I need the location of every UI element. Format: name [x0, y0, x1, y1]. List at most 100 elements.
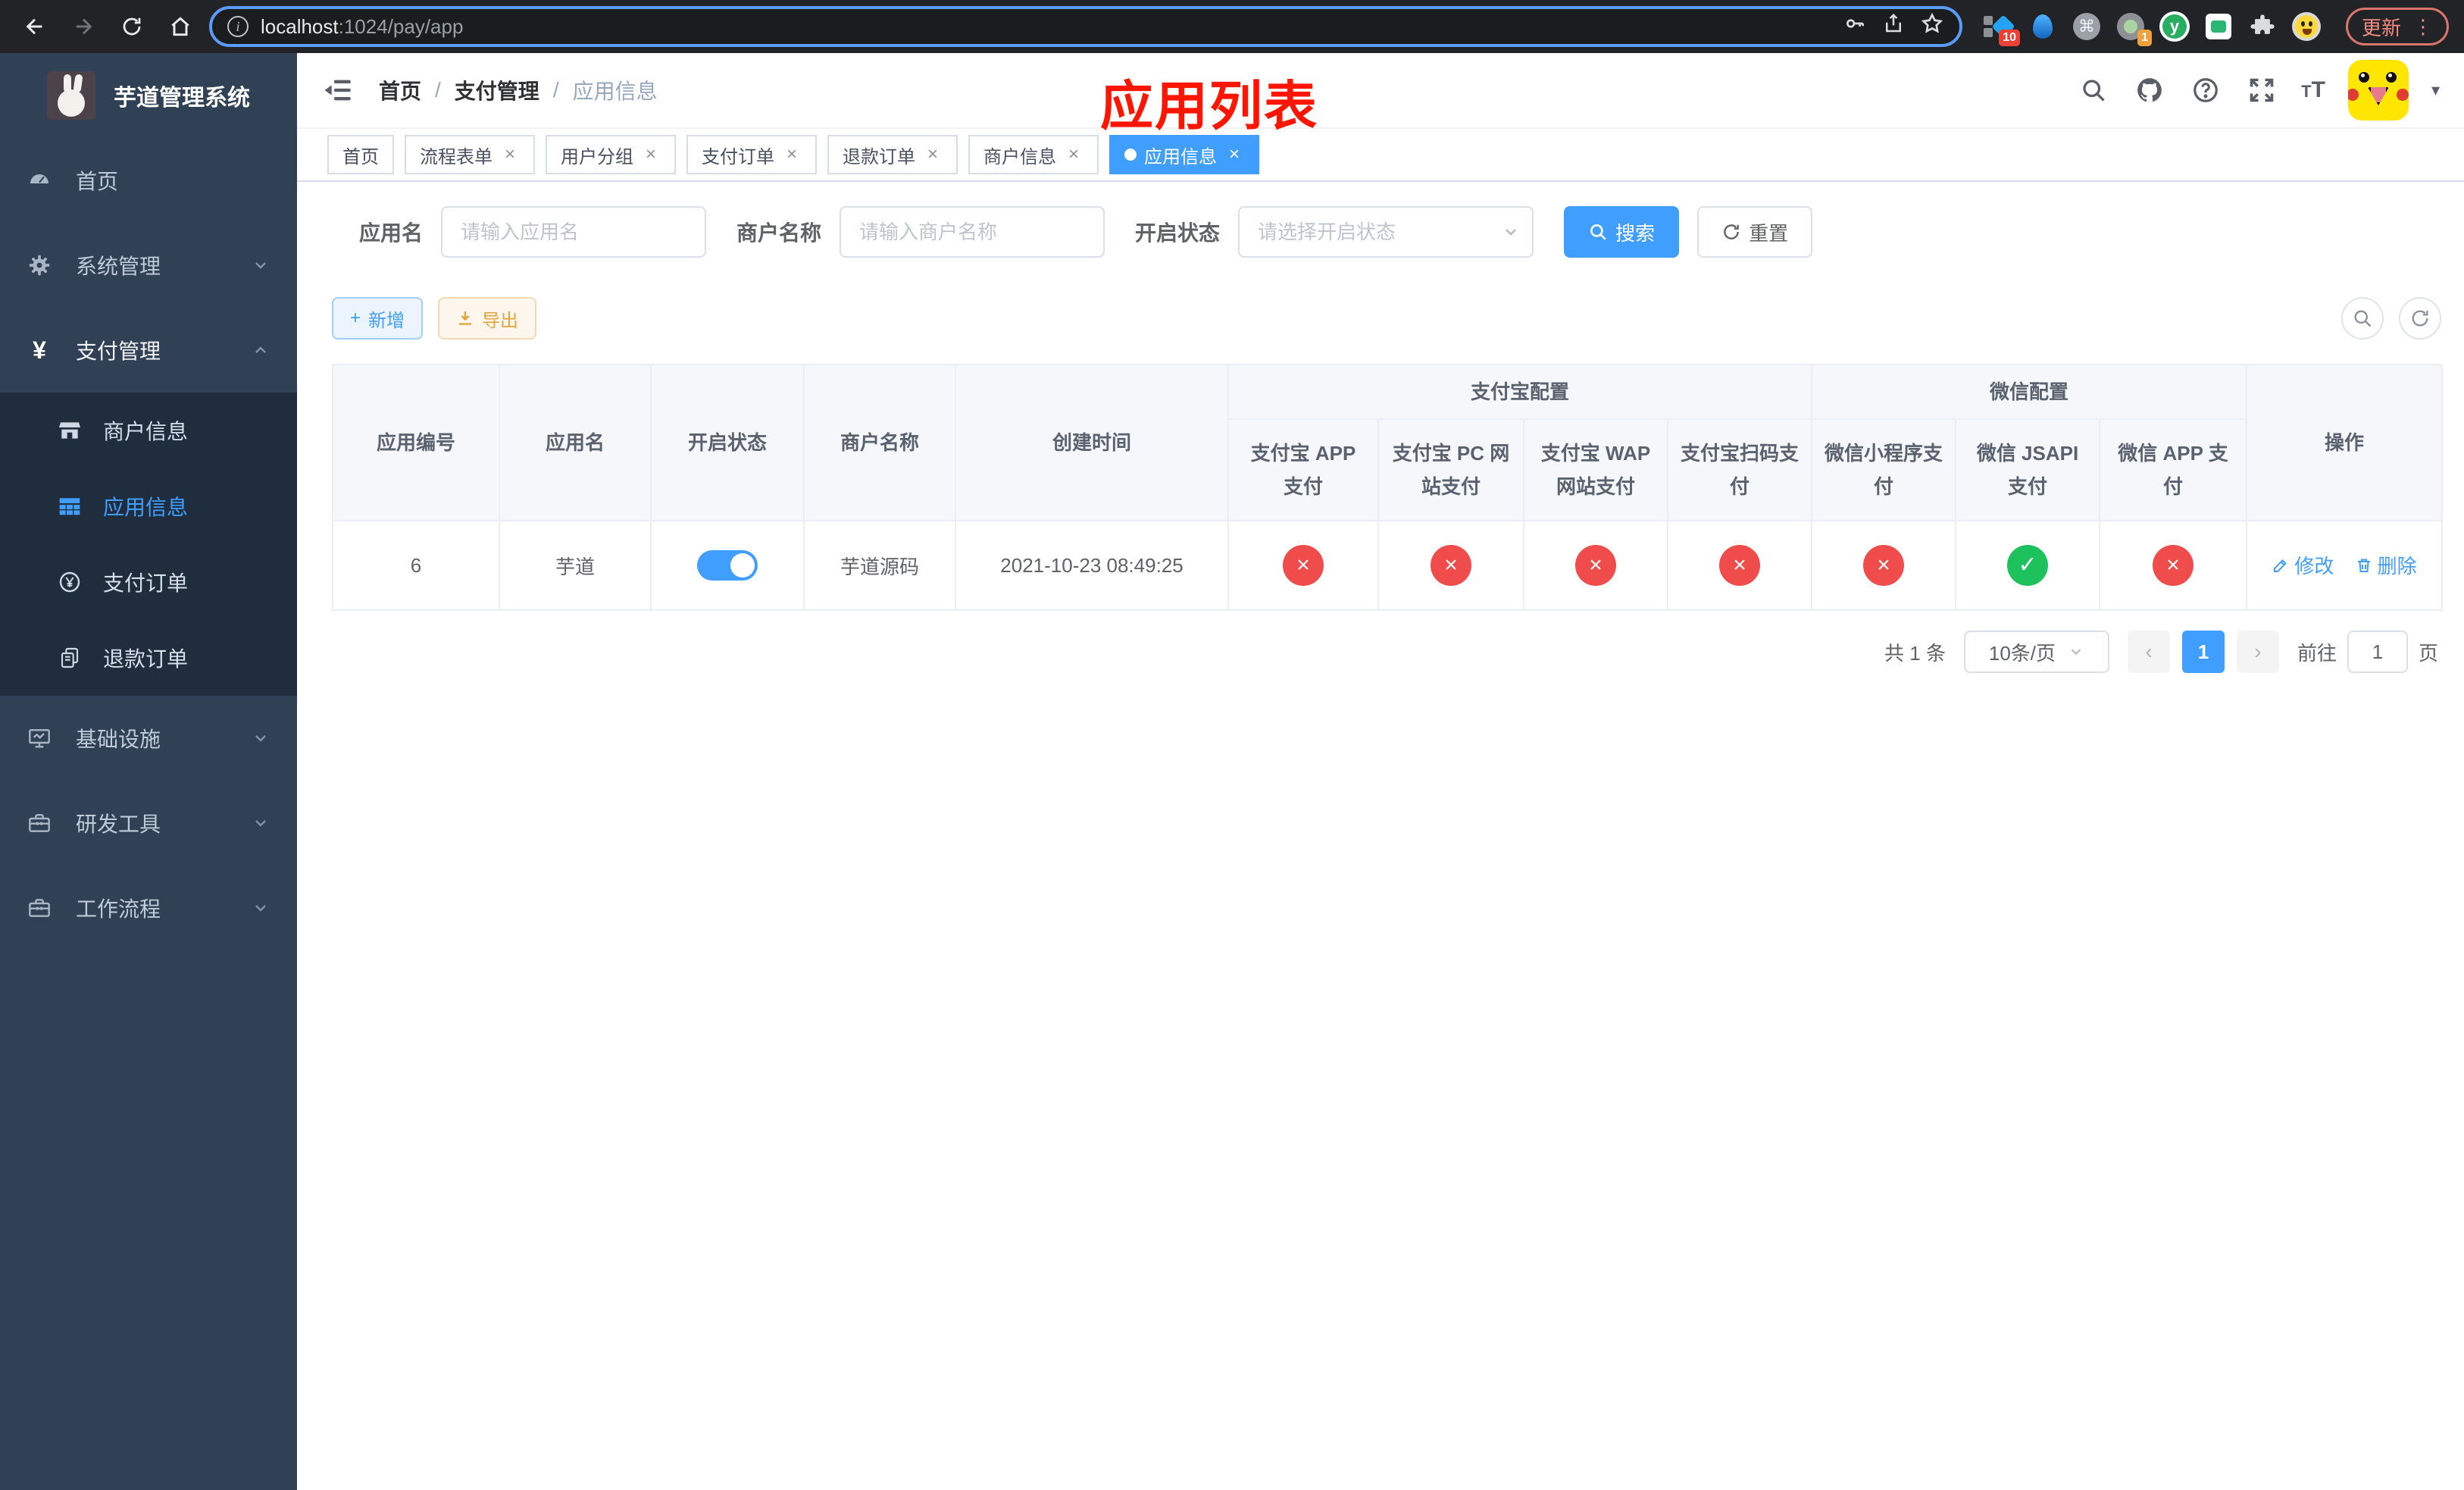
home-icon[interactable] [161, 7, 200, 46]
col-app-name: 应用名 [499, 364, 652, 521]
tab-user-group[interactable]: 用户分组 × [546, 135, 676, 174]
user-avatar[interactable] [2347, 60, 2409, 121]
status-toggle[interactable] [697, 550, 758, 581]
cell-wechat-jsapi-status: ✓ [1955, 520, 2101, 611]
forward-icon[interactable] [64, 7, 103, 46]
tab-process-form[interactable]: 流程表单 × [405, 135, 535, 174]
sidebar-item-app-info[interactable]: 应用信息 [0, 468, 297, 544]
tab-app-info[interactable]: 应用信息 × [1109, 135, 1259, 174]
share-icon[interactable] [1882, 11, 1905, 42]
sidebar-item-merchant-info[interactable]: 商户信息 [0, 393, 297, 468]
help-icon[interactable] [2189, 74, 2222, 107]
delete-button[interactable]: 删除 [2355, 551, 2417, 579]
monitor-icon [27, 726, 52, 750]
tab-home[interactable]: 首页 [327, 135, 394, 174]
reload-icon[interactable] [112, 7, 152, 46]
sidebar-item-pay-order[interactable]: 支付订单 [0, 544, 297, 620]
status-select[interactable] [1238, 206, 1534, 258]
pagination-total: 共 1 条 [1884, 641, 1946, 665]
app-title: 芋道管理系统 [114, 86, 250, 111]
toggle-search-button[interactable] [2341, 297, 2384, 340]
goto-page-input[interactable] [2347, 631, 2408, 673]
page-annotation-title: 应用列表 [1100, 77, 1318, 136]
browser-menu-icon[interactable]: ⋮ [2413, 15, 2433, 39]
sidebar-item-workflow[interactable]: 工作流程 [0, 866, 297, 950]
sidebar-item-dev-tools[interactable]: 研发工具 [0, 781, 297, 866]
sidebar-item-infrastructure[interactable]: 基础设施 [0, 696, 297, 781]
extension-record-icon[interactable]: 1 [2115, 11, 2152, 46]
profile-avatar-icon[interactable] [2291, 11, 2322, 42]
close-icon[interactable]: × [923, 144, 943, 164]
page-number-button[interactable]: 1 [2181, 631, 2225, 673]
sidebar-collapse-icon[interactable] [321, 74, 355, 107]
refresh-button[interactable] [2399, 297, 2441, 340]
table-row: 6 芋道 芋道源码 2021-10-23 08:49:25 × × × × × [332, 520, 2444, 611]
toolbox-icon [27, 811, 52, 835]
copy-documents-icon [58, 646, 82, 670]
breadcrumb-payment[interactable]: 支付管理 [455, 75, 539, 105]
reset-button[interactable]: 重置 [1697, 206, 1813, 258]
url-text[interactable]: localhost:1024/pay/app [261, 15, 1831, 39]
tab-refund-order[interactable]: 退款订单 × [827, 135, 958, 174]
info-icon[interactable]: i [227, 16, 249, 37]
sidebar-item-label: 退款订单 [103, 647, 189, 671]
page-content: 应用名 商户名称 开启状态 搜索 [297, 182, 2464, 1490]
cell-created: 2021-10-23 08:49:25 [955, 520, 1229, 611]
breadcrumb-home[interactable]: 首页 [379, 75, 421, 105]
col-group-wechat: 微信配置 [1811, 364, 2248, 420]
cross-circle-icon: × [1283, 545, 1324, 586]
next-page-button[interactable]: › [2236, 631, 2279, 673]
tab-pay-order[interactable]: 支付订单 × [686, 135, 817, 174]
cell-wechat-app-status: × [2099, 520, 2248, 611]
cross-circle-icon: × [1719, 545, 1760, 586]
extension-chat-icon[interactable] [2203, 11, 2234, 42]
prev-page-button[interactable]: ‹ [2127, 631, 2170, 673]
extension-command-icon[interactable]: ⌘ [2072, 11, 2102, 42]
shop-icon [58, 418, 82, 443]
cell-actions: 修改 删除 [2246, 520, 2444, 611]
close-icon[interactable]: × [1224, 144, 1244, 164]
url-bar[interactable]: i localhost:1024/pay/app [209, 6, 1962, 47]
extensions-puzzle-icon[interactable] [2247, 11, 2278, 42]
merchant-name-input[interactable] [840, 206, 1105, 258]
tab-merchant-info[interactable]: 商户信息 × [968, 135, 1099, 174]
close-icon[interactable]: × [500, 144, 520, 164]
export-button[interactable]: 导出 [438, 297, 537, 340]
cell-alipay-wap-status: × [1523, 520, 1668, 611]
font-size-icon[interactable]: TT [2301, 77, 2325, 103]
close-icon[interactable]: × [641, 144, 661, 164]
search-icon[interactable] [2077, 74, 2110, 107]
back-icon[interactable] [15, 7, 55, 46]
sidebar-item-refund-order[interactable]: 退款订单 [0, 620, 297, 696]
sidebar-item-label: 支付订单 [103, 571, 189, 595]
sidebar-item-label: 首页 [76, 170, 119, 193]
avatar-caret-icon[interactable]: ▾ [2431, 80, 2440, 100]
page-size-select[interactable]: 10条/页 [1963, 631, 2109, 673]
sidebar-item-system[interactable]: 系统管理 [0, 223, 297, 308]
key-icon[interactable] [1843, 11, 1867, 42]
app-logo[interactable]: 芋道管理系统 [0, 53, 297, 138]
logo-image [47, 71, 95, 120]
extension-sider-icon[interactable]: 10 [1983, 11, 2020, 46]
bookmark-star-icon[interactable] [1920, 11, 1944, 42]
close-icon[interactable]: × [1064, 144, 1083, 164]
close-icon[interactable]: × [782, 144, 802, 164]
add-button[interactable]: + 新增 [332, 297, 424, 340]
extension-balloon-icon[interactable] [2028, 11, 2058, 42]
status-select-input[interactable] [1238, 206, 1534, 258]
github-icon[interactable] [2133, 74, 2166, 107]
sidebar-item-payment[interactable]: ¥ 支付管理 [0, 308, 297, 393]
col-wechat-app: 微信 APP 支付 [2099, 418, 2248, 521]
chevron-down-icon [2068, 643, 2084, 660]
search-button[interactable]: 搜索 [1564, 206, 1680, 258]
toolbox-icon [27, 896, 52, 920]
fullscreen-icon[interactable] [2245, 74, 2278, 107]
browser-update-button[interactable]: 更新 ⋮ [2345, 8, 2449, 45]
app-name-input[interactable] [441, 206, 707, 258]
app-table: 应用编号 应用名 开启状态 商户名称 创建时间 支付宝配置 微信配置 操作 支付… [332, 364, 2444, 611]
browser-toolbar: i localhost:1024/pay/app 10 ⌘ 1 y 更新 ⋮ [0, 0, 2464, 53]
extension-y-icon[interactable]: y [2159, 11, 2190, 42]
sidebar-item-home[interactable]: 首页 [0, 138, 297, 223]
sidebar-item-label: 支付管理 [76, 340, 161, 363]
edit-button[interactable]: 修改 [2272, 551, 2334, 579]
